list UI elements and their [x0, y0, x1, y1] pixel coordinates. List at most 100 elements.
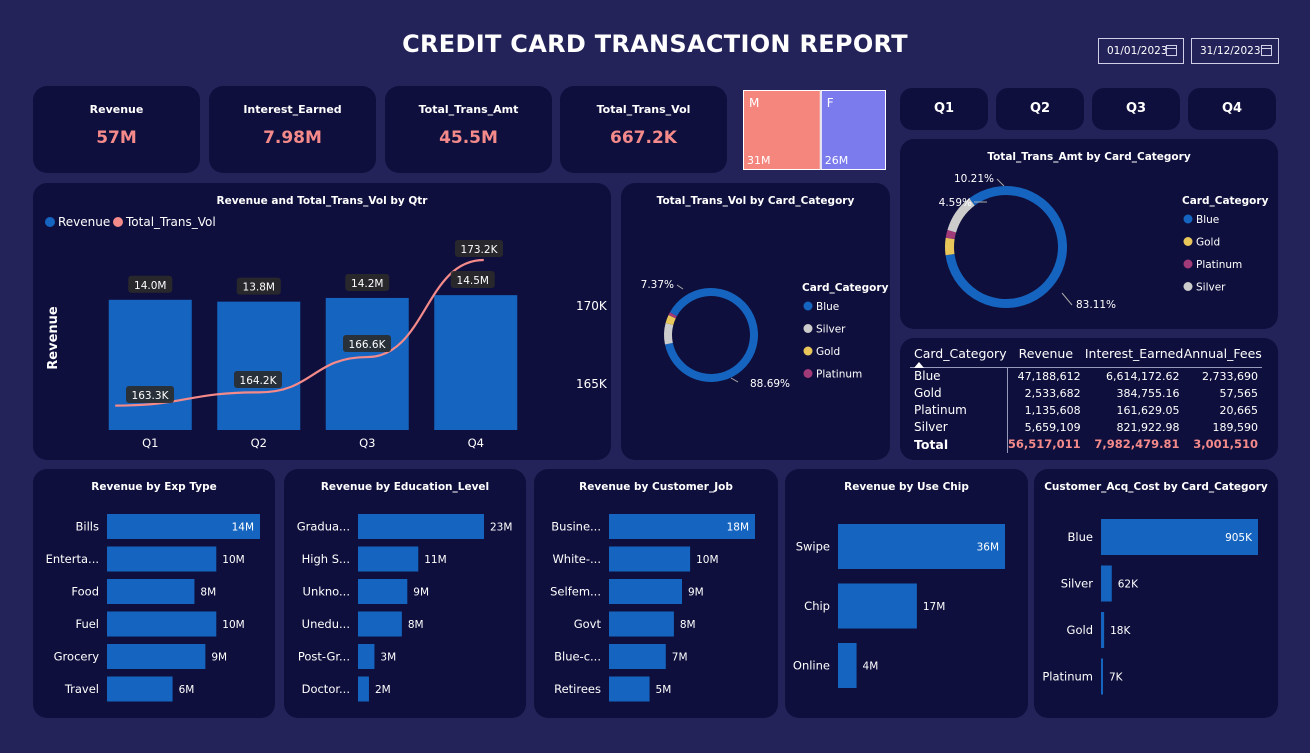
- bar: [609, 676, 650, 702]
- data-label: 173.2K: [461, 244, 499, 256]
- y-tick-label: Swipe: [796, 540, 830, 554]
- table-cell: 161,629.05: [1116, 403, 1180, 417]
- table-cell: 384,755.16: [1116, 386, 1180, 400]
- legend-title: Card_Category: [1182, 195, 1269, 207]
- leader-line: [1061, 292, 1073, 306]
- quarter-button-q1[interactable]: Q1: [900, 88, 988, 130]
- end-date-value: 31/12/2023: [1200, 45, 1261, 57]
- leader-line: [996, 178, 1005, 187]
- data-label: 166.6K: [349, 339, 387, 351]
- data-label: 36M: [977, 542, 999, 554]
- data-label: 3M: [380, 652, 396, 664]
- y-tick-label: Retirees: [554, 682, 601, 696]
- amt-donut-chart: 83.11% 4.59% 10.21% Card_Category Blue Gold Pl…: [939, 173, 1269, 311]
- exp-chart: Bills 14M Enterta... 10M Food 8M Fuel 10M Grocer…: [46, 514, 260, 702]
- data-label: 14.2M: [351, 278, 383, 290]
- data-label: 7.37%: [641, 279, 674, 291]
- table-cell: 3,001,510: [1193, 437, 1258, 451]
- legend-label: Silver: [1196, 282, 1226, 294]
- table-cell: Total: [910, 435, 1008, 453]
- calendar-icon[interactable]: [1166, 45, 1177, 56]
- data-label: 10M: [222, 619, 244, 631]
- bar: [358, 579, 408, 604]
- data-label: 9M: [413, 587, 429, 599]
- kpi-card-total-trans-amt: Total_Trans_Amt 45.5M: [385, 86, 552, 173]
- bar: [107, 579, 195, 604]
- data-label: 14.5M: [457, 275, 489, 287]
- data-label: 5M: [656, 684, 672, 696]
- data-label: 62K: [1118, 579, 1139, 591]
- calendar-icon[interactable]: [1261, 45, 1272, 56]
- table-cell: 56,517,011: [1007, 437, 1081, 451]
- legend-label: Blue: [816, 301, 839, 313]
- y-tick-label: Grocery: [54, 650, 100, 664]
- legend-label: Revenue: [58, 215, 110, 229]
- y-tick-label: Travel: [64, 682, 99, 696]
- start-date-input[interactable]: 01/01/2023: [1098, 38, 1184, 64]
- acq-chart: Blue 905K Silver 62K Gold 18K Platinum 7K: [1042, 519, 1258, 695]
- data-label: 905K: [1225, 532, 1253, 544]
- table-row: Blue 47,188,612 6,614,172.62 2,733,690: [910, 367, 1262, 385]
- data-label: 6M: [179, 684, 195, 696]
- legend-label: Platinum: [816, 369, 862, 381]
- table-cell: 189,590: [1212, 420, 1259, 434]
- bar: [107, 644, 206, 669]
- data-label: 10M: [696, 554, 718, 566]
- data-label: 10.21%: [954, 173, 994, 185]
- y-tick-label: Gold: [1067, 623, 1093, 637]
- bar: [108, 299, 192, 430]
- chip-chart: Swipe 36M Chip 17M Online 4M: [793, 524, 1005, 688]
- table-cell: Platinum: [910, 401, 1008, 419]
- x-tick-label: Q1: [142, 436, 158, 450]
- bar: [838, 583, 917, 629]
- y-tick-label: Chip: [804, 599, 830, 613]
- data-label: 14.0M: [134, 280, 166, 292]
- table-cell: 6,614,172.62: [1106, 369, 1180, 383]
- bar: [609, 611, 674, 637]
- table-header-cell[interactable]: Annual_Fees: [1183, 344, 1262, 368]
- kpi-value: 57M: [96, 128, 137, 148]
- table-header-cell[interactable]: Card_Category: [910, 344, 1008, 368]
- table-row: Platinum 1,135,608 161,629.05 20,665: [910, 401, 1262, 419]
- y-tick-label: White-...: [552, 552, 601, 566]
- legend-marker: [113, 217, 123, 227]
- data-label: 11M: [424, 554, 446, 566]
- table-cell: 1,135,608: [1024, 403, 1081, 417]
- data-label: 2M: [375, 684, 391, 696]
- gender-treemap[interactable]: M 31M F 26M: [743, 90, 886, 170]
- report-title: CREDIT CARD TRANSACTION REPORT: [402, 30, 908, 58]
- data-label: 9M: [211, 652, 227, 664]
- table-cell: 2,533,682: [1024, 386, 1081, 400]
- bar: [358, 644, 375, 669]
- legend-marker: [803, 301, 813, 311]
- bar: [358, 546, 419, 572]
- sort-ascending-icon[interactable]: [914, 362, 924, 368]
- table-cell: Gold: [910, 384, 1008, 402]
- data-label: 23M: [490, 522, 512, 534]
- quarter-button-q2[interactable]: Q2: [996, 88, 1084, 130]
- table-cell: 7,982,479.81: [1094, 437, 1180, 451]
- y-tick-label: Food: [71, 585, 99, 599]
- leader-line: [676, 284, 684, 290]
- quarter-button-q3[interactable]: Q3: [1092, 88, 1180, 130]
- table-row: Silver 5,659,109 821,922.98 189,590: [910, 418, 1262, 436]
- end-date-input[interactable]: 31/12/2023: [1191, 38, 1279, 64]
- table-cell: Blue: [910, 367, 1008, 385]
- legend-label: Gold: [816, 346, 840, 358]
- x-tick-label: Q2: [251, 436, 267, 450]
- bar: [609, 579, 682, 604]
- job-chart: Busine... 18M White-... 10M Selfem... 9M Govt 8…: [550, 514, 755, 702]
- y-tick-label: Blue-c...: [554, 650, 601, 664]
- table-header-cell[interactable]: Revenue: [1007, 344, 1085, 368]
- legend-marker: [1183, 237, 1193, 246]
- quarter-button-q4[interactable]: Q4: [1188, 88, 1276, 130]
- legend-label: Total_Trans_Vol: [125, 215, 216, 229]
- table-header-cell[interactable]: Interest_Earned: [1084, 344, 1184, 368]
- legend-marker: [1183, 214, 1193, 224]
- start-date-value: 01/01/2023: [1107, 45, 1168, 57]
- table-cell: 20,665: [1219, 403, 1259, 417]
- kpi-value: 667.2K: [610, 128, 677, 148]
- bar: [1101, 612, 1105, 648]
- data-label: 8M: [408, 619, 424, 631]
- bar: [609, 644, 666, 669]
